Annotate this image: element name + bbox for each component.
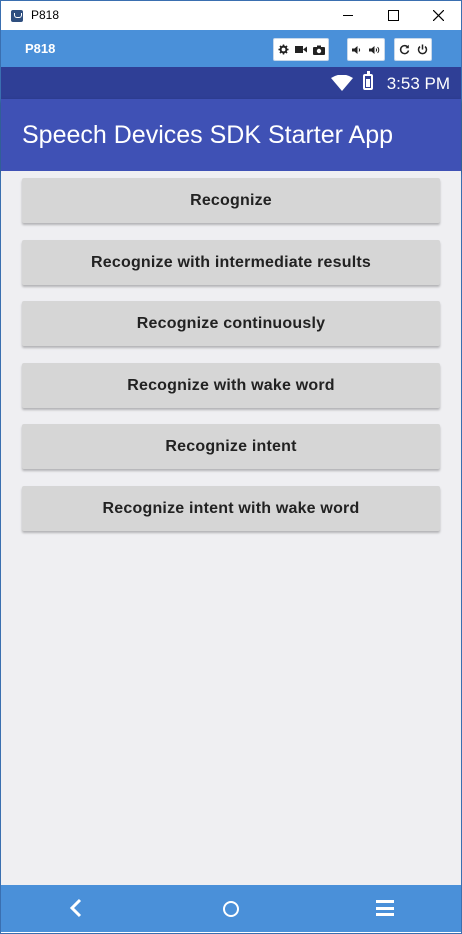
screenshot-button[interactable]: [310, 39, 328, 60]
power-icon: [417, 44, 427, 55]
app-title: Speech Devices SDK Starter App: [22, 121, 394, 149]
volume-down-button[interactable]: [348, 39, 366, 60]
app-bar: Speech Devices SDK Starter App: [1, 99, 461, 171]
status-bar: 3:53 PM: [1, 67, 461, 99]
minimize-icon: [343, 15, 353, 16]
wifi-icon: [331, 75, 353, 91]
volume-up-button[interactable]: [366, 39, 384, 60]
record-video-button[interactable]: [292, 39, 310, 60]
volume-down-icon: [352, 45, 361, 54]
recognize-intent-wake-word-button[interactable]: Recognize intent with wake word: [22, 486, 440, 531]
back-button[interactable]: [69, 898, 83, 923]
battery-icon: [363, 71, 373, 90]
close-button[interactable]: [415, 1, 461, 30]
rotate-button[interactable]: [395, 39, 413, 60]
recognize-continuously-button[interactable]: Recognize continuously: [22, 301, 440, 346]
status-time: 3:53 PM: [386, 74, 450, 93]
recognize-wake-word-button[interactable]: Recognize with wake word: [22, 363, 440, 408]
window-title-bar: P818: [1, 1, 461, 30]
app-window-icon: [11, 10, 23, 22]
power-toolbar-group: [394, 38, 432, 61]
maximize-button[interactable]: [370, 1, 416, 30]
power-button[interactable]: [413, 39, 431, 60]
gear-icon: [277, 44, 289, 55]
settings-button[interactable]: [274, 39, 292, 60]
close-icon: [432, 10, 444, 21]
window-title: P818: [31, 8, 60, 22]
recognize-intent-button[interactable]: Recognize intent: [22, 424, 440, 469]
camera-icon: [313, 45, 325, 55]
volume-toolbar-group: [347, 38, 385, 61]
main-content: Recognize Recognize with intermediate re…: [1, 171, 461, 885]
navigation-bar: [1, 885, 461, 932]
device-name: P818: [25, 41, 56, 56]
recognize-button[interactable]: Recognize: [22, 178, 440, 223]
minimize-button[interactable]: [325, 1, 371, 30]
back-icon: [69, 898, 82, 918]
home-icon[interactable]: [223, 901, 239, 917]
rotate-icon: [399, 44, 409, 55]
recognize-intermediate-button[interactable]: Recognize with intermediate results: [22, 240, 440, 285]
menu-icon[interactable]: [376, 900, 394, 920]
maximize-icon: [387, 10, 399, 21]
emulator-toolbar: P818: [1, 30, 461, 67]
video-camera-icon: [295, 46, 307, 53]
volume-up-icon: [369, 45, 380, 54]
capture-toolbar-group: [273, 38, 329, 61]
